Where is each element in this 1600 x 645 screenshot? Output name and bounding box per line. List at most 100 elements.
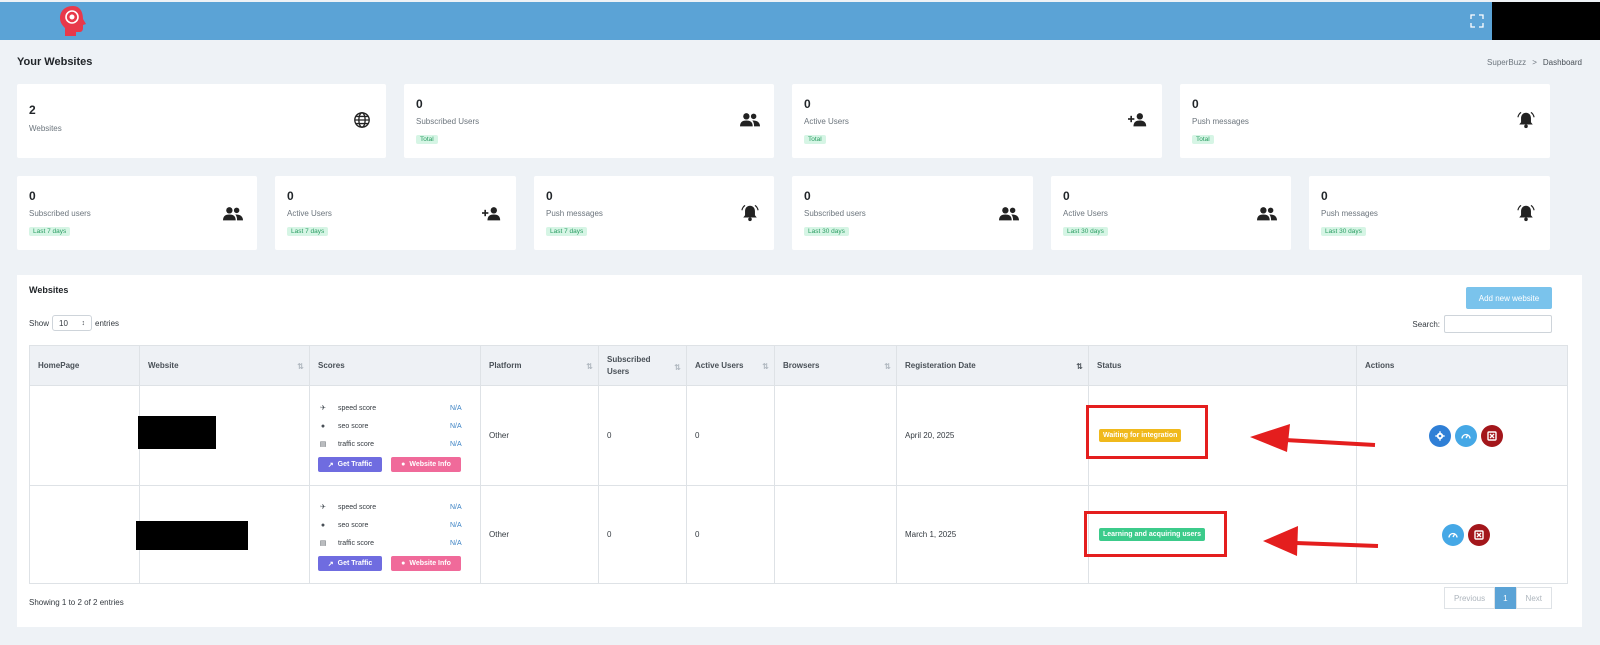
breadcrumb-root[interactable]: SuperBuzz (1487, 58, 1526, 67)
dashboard-button[interactable] (1442, 523, 1464, 546)
trend-icon: ↗ (327, 461, 334, 469)
homepage-cell (29, 385, 140, 486)
sort-icon: ⇅ (586, 362, 593, 371)
sort-icon: ⇅ (297, 362, 304, 371)
col-header-actions[interactable]: Actions (1356, 345, 1568, 386)
col-header-platform[interactable]: Platform ⇅ (480, 345, 599, 386)
col-header-subscribed-users[interactable]: Subscribed Users ⇅ (598, 345, 687, 386)
website-info-button[interactable]: ● Website Info (391, 457, 461, 472)
stat-label: Subscribed users (29, 209, 91, 218)
breadcrumb-current: Dashboard (1542, 58, 1582, 67)
stat-value: 0 (1321, 189, 1328, 203)
actions-cell (1356, 385, 1568, 486)
bell-icon (1516, 204, 1536, 222)
breadcrumb: SuperBuzz > Dashboard (1487, 58, 1582, 67)
col-header-website[interactable]: Website ⇅ (139, 345, 310, 386)
annotation-arrow-icon (1263, 526, 1379, 556)
homepage-cell (29, 485, 140, 584)
stat-badge: Last 7 days (287, 227, 329, 236)
col-header-browsers[interactable]: Browsers ⇅ (774, 345, 897, 386)
stat-label: Push messages (1192, 117, 1249, 126)
close-icon (1487, 430, 1497, 441)
entries-select[interactable]: 10 ↕ (52, 315, 93, 331)
highlight-box (1084, 511, 1227, 557)
website-cell (136, 485, 310, 584)
bell-icon (1516, 111, 1536, 129)
speed-score: ✈ speed score N/A (318, 498, 480, 516)
col-header-scores[interactable]: Scores (309, 345, 481, 386)
date-cell: April 20, 2025 (896, 385, 1089, 486)
rocket-icon: ✈ (320, 405, 326, 412)
user-plus-icon (482, 205, 502, 223)
traffic-score: ▤ traffic score N/A (319, 440, 462, 449)
speedometer-icon (1461, 433, 1471, 439)
user-plus-icon (1128, 111, 1148, 129)
users-icon (223, 205, 243, 223)
page-button-1[interactable]: 1 (1495, 587, 1516, 609)
entries-label: entries (95, 318, 120, 328)
stat-label: Subscribed Users (416, 117, 480, 126)
breadcrumb-separator: > (1532, 58, 1537, 67)
table-header-row: HomePage Website ⇅ Scores Platform ⇅ Subsc… (29, 345, 1568, 386)
scores-cell: ✈ speed score N/A ● seo score N/A ▤ traf… (309, 385, 481, 486)
search-label: Search: (1412, 319, 1440, 329)
stat-badge: Last 7 days (29, 227, 71, 236)
col-header-registration-date[interactable]: Registeration Date ⇅ (896, 345, 1089, 386)
speed-score: ✈ speed score N/A (318, 399, 480, 417)
chart-icon: ▤ (319, 540, 327, 547)
platform-cell: Other (480, 485, 599, 584)
top-navbar (0, 2, 1600, 40)
settings-button[interactable] (1429, 424, 1451, 447)
dashboard-button[interactable] (1455, 424, 1477, 447)
stat-card-websites: 2 Websites (17, 84, 386, 158)
gear-icon (1435, 430, 1445, 441)
expand-icon[interactable] (1470, 14, 1484, 28)
info-icon: ● (401, 560, 406, 567)
browsers-cell (774, 385, 897, 486)
stat-value: 2 (29, 103, 36, 117)
stat-label: Active Users (287, 209, 332, 218)
users-icon (1257, 205, 1277, 223)
website-cell (138, 385, 310, 486)
highlight-box (1086, 405, 1208, 459)
globe-icon (352, 111, 372, 129)
globe-icon: ● (320, 422, 326, 430)
search-area: Search: (1412, 315, 1552, 333)
website-info-button[interactable]: ● Website Info (391, 556, 461, 571)
get-traffic-button[interactable]: ↗ Get Traffic (318, 457, 382, 472)
actions-cell (1356, 485, 1568, 584)
search-input[interactable] (1444, 315, 1552, 333)
stat-card-active-30d: 0 Active Users Last 30 days (1051, 176, 1291, 250)
active-cell: 0 (686, 385, 775, 486)
stat-badge: Last 30 days (804, 227, 849, 236)
next-page-button[interactable]: Next (1515, 587, 1552, 609)
browsers-cell (774, 485, 897, 584)
sort-icon: ⇅ (674, 363, 681, 372)
delete-button[interactable] (1481, 424, 1503, 447)
previous-page-button[interactable]: Previous (1443, 587, 1496, 609)
get-traffic-button[interactable]: ↗ Get Traffic (318, 556, 382, 571)
stat-badge: Last 30 days (1321, 227, 1366, 236)
page-title: Your Websites (17, 56, 93, 68)
stat-value: 0 (1192, 97, 1199, 111)
add-new-website-button[interactable]: Add new website (1466, 287, 1552, 309)
brain-head-icon[interactable] (58, 4, 88, 38)
col-header-active-users[interactable]: Active Users ⇅ (686, 345, 775, 386)
col-header-homepage[interactable]: HomePage (29, 345, 140, 386)
stat-card-active-total: 0 Active Users Total (792, 84, 1162, 158)
platform-cell: Other (480, 385, 599, 486)
col-header-status[interactable]: Status (1088, 345, 1357, 386)
close-icon (1474, 529, 1484, 540)
stat-value: 0 (29, 189, 36, 203)
subscribed-cell: 0 (598, 485, 687, 584)
rocket-icon: ✈ (320, 504, 326, 511)
stat-card-push-total: 0 Push messages Total (1180, 84, 1550, 158)
stat-label: Push messages (1321, 209, 1378, 218)
stat-card-subscribed-total: 0 Subscribed Users Total (404, 84, 774, 158)
delete-button[interactable] (1468, 523, 1490, 546)
redacted-website (138, 416, 216, 449)
stat-card-subscribed-7d: 0 Subscribed users Last 7 days (17, 176, 257, 250)
sort-icon: ⇅ (1076, 362, 1083, 371)
chart-icon: ▤ (319, 441, 327, 448)
bell-icon (740, 204, 760, 222)
